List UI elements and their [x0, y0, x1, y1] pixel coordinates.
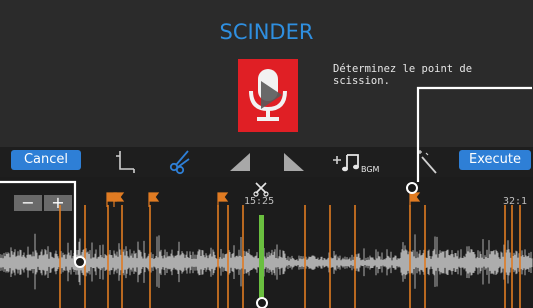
cancel-button[interactable]: Cancel — [11, 150, 81, 170]
fade-in-icon — [230, 153, 250, 171]
split-tool[interactable] — [158, 147, 198, 177]
waveform — [0, 233, 533, 290]
toolbar: Cancel BGM Execute — [0, 147, 533, 177]
add-bgm-tool[interactable]: BGM — [330, 147, 394, 177]
cursor-time: 15:25 — [244, 196, 275, 207]
split-point-icon — [255, 182, 267, 194]
marker-flag-icon — [113, 192, 125, 207]
instruction-text: Déterminez le point de scission. — [333, 63, 473, 87]
marker-flag-icon — [217, 192, 229, 207]
scissors-icon — [169, 150, 190, 175]
clip-thumbnail[interactable] — [238, 59, 298, 132]
end-time: 32:1 — [503, 196, 528, 207]
fade-out-icon — [284, 153, 304, 171]
magic-wand-icon — [418, 150, 437, 174]
crop-tool[interactable] — [106, 147, 146, 177]
playhead — [259, 215, 264, 308]
marker-flag-icon — [409, 192, 421, 207]
marker-flag-icon — [148, 192, 160, 207]
page-title: SCINDER — [219, 20, 314, 44]
microphone-play-icon — [249, 69, 287, 121]
add-bgm-icon: BGM — [333, 154, 380, 174]
bgm-label: BGM — [361, 165, 380, 174]
magic-tool[interactable] — [412, 147, 452, 177]
crop-icon — [116, 151, 135, 173]
header-panel: SCINDER Déterminez le point de scission. — [0, 0, 533, 147]
fade-in-tool[interactable] — [222, 147, 262, 177]
execute-button[interactable]: Execute — [459, 150, 531, 170]
fade-out-tool[interactable] — [270, 147, 310, 177]
